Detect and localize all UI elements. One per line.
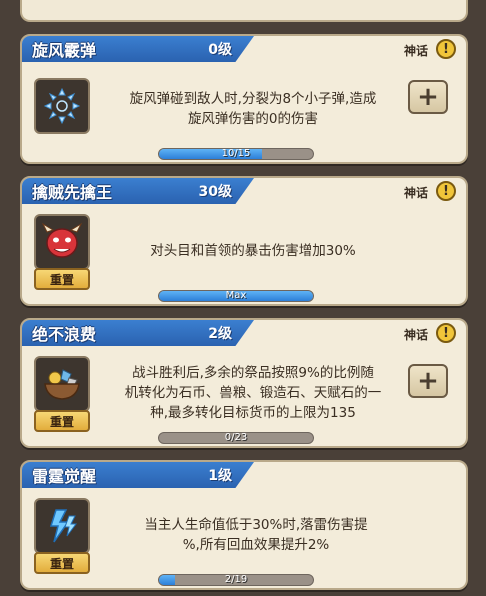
progress-text: 2/19	[224, 574, 248, 585]
card-title-ribbon: 雷霆觉醒 1级	[22, 462, 254, 488]
card-title-ribbon: 擒贼先擒王 30级	[22, 178, 254, 204]
skill-name: 绝不浪费	[32, 325, 97, 344]
skill-level: 30级	[198, 184, 232, 200]
progress-bar: 0/23	[158, 432, 314, 444]
skill-name: 旋风霰弹	[32, 41, 97, 60]
reset-button[interactable]: 重置	[34, 552, 90, 574]
info-exclamation-icon[interactable]: !	[436, 39, 456, 59]
info-exclamation-icon[interactable]: !	[436, 323, 456, 343]
skill-card-whirlwind: 旋风霰弹 0级 神话 ! 旋风弹碰到敌人时,分裂为8个小子弹,造成 旋风弹伤害的…	[20, 34, 468, 164]
progress-bar: 10/15	[158, 148, 314, 160]
progress-bar: Max	[158, 290, 314, 302]
previous-card-edge	[20, 0, 468, 22]
upgrade-plus-button[interactable]: +	[408, 364, 448, 398]
card-title-ribbon: 绝不浪费 2级	[22, 320, 254, 346]
skill-level: 0级	[208, 42, 232, 58]
rarity-label: 神话	[403, 44, 428, 58]
info-exclamation-icon[interactable]: !	[436, 181, 456, 201]
rarity-label: 神话	[403, 328, 428, 342]
skill-name: 雷霆觉醒	[32, 467, 97, 486]
reset-button[interactable]: 重置	[34, 268, 90, 290]
skill-description: 当主人生命值低于30%时,落雷伤害提 %,所有回血效果提升2%	[144, 517, 368, 553]
progress-text: Max	[225, 290, 247, 301]
reset-button[interactable]: 重置	[34, 410, 90, 432]
card-title-ribbon: 旋风霰弹 0级	[22, 36, 254, 62]
skill-description: 对头目和首领的暴击伤害增加30%	[150, 243, 356, 259]
skill-card-catch-king: 擒贼先擒王 30级 神话 ! 重置 对头目和首领的暴击伤害增加30% Max	[20, 176, 468, 306]
skill-card-no-waste: 绝不浪费 2级 神话 ! 重置 战斗胜利后,多余的祭品按照9%的比例随 机转化为…	[20, 318, 468, 448]
lightning-icon	[34, 498, 90, 554]
progress-text: 10/15	[221, 148, 251, 159]
whirlwind-shrapnel-icon	[34, 78, 90, 134]
skill-name: 擒贼先擒王	[32, 183, 113, 202]
skill-description: 旋风弹碰到敌人时,分裂为8个小子弹,造成 旋风弹伤害的0的伤害	[129, 91, 377, 127]
progress-bar: 2/19	[158, 574, 314, 586]
skill-card-thunder-awaken: 雷霆觉醒 1级 重置 当主人生命值低于30%时,落雷伤害提 %,所有回血效果提升…	[20, 460, 468, 590]
skill-level: 1级	[208, 468, 232, 484]
skill-description: 战斗胜利后,多余的祭品按照9%的比例随 机转化为石币、兽粮、锻造石、天赋石的一 …	[124, 365, 382, 421]
skill-level: 2级	[208, 326, 232, 342]
upgrade-plus-button[interactable]: +	[408, 80, 448, 114]
progress-text: 0/23	[224, 432, 248, 443]
resource-bowl-icon	[34, 356, 90, 412]
demon-head-icon	[34, 214, 90, 270]
rarity-label: 神话	[403, 186, 428, 200]
